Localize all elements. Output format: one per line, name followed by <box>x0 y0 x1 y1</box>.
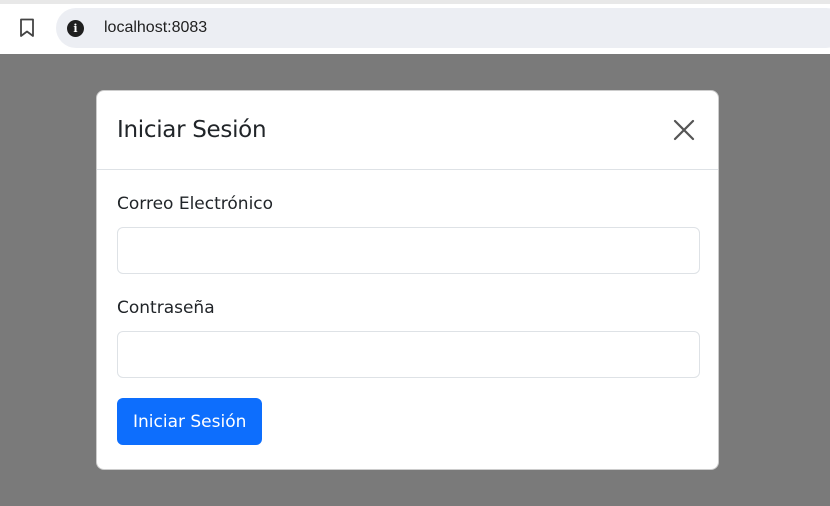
password-label: Contraseña <box>117 298 215 318</box>
password-group: Contraseña <box>117 298 700 378</box>
modal-header: Iniciar Sesión <box>97 91 718 170</box>
close-button[interactable] <box>670 116 698 144</box>
info-icon[interactable]: i <box>67 19 84 37</box>
email-label: Correo Electrónico <box>117 194 274 214</box>
login-submit-button[interactable]: Iniciar Sesión <box>117 398 263 445</box>
email-group: Correo Electrónico <box>117 194 700 274</box>
tab-strip-edge <box>0 0 830 4</box>
modal-body: Correo Electrónico Contraseña Iniciar Se… <box>97 170 718 465</box>
address-bar[interactable]: i localhost:8083 <box>56 8 830 48</box>
url-text[interactable]: localhost:8083 <box>104 19 207 37</box>
password-field[interactable] <box>117 331 700 378</box>
login-modal: Iniciar Sesión Correo Electrónico Contra… <box>96 90 719 470</box>
bookmark-button[interactable] <box>14 15 40 41</box>
browser-toolbar: i localhost:8083 <box>0 0 830 54</box>
email-field[interactable] <box>117 227 700 274</box>
close-icon <box>673 119 695 141</box>
modal-title: Iniciar Sesión <box>117 117 267 143</box>
bookmark-icon <box>20 18 34 37</box>
